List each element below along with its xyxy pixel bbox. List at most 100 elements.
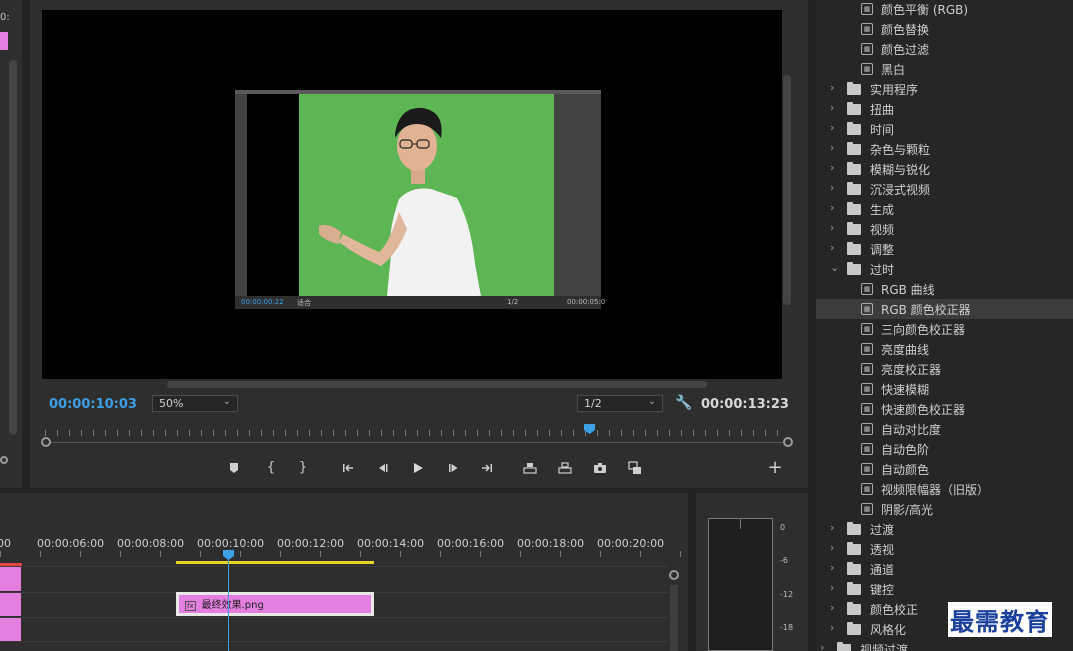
effects-folder[interactable]: › 杂色与颗粒 (816, 139, 1073, 159)
chevron-right-icon[interactable]: › (830, 541, 834, 554)
effects-item[interactable]: ▦ 自动色阶 (816, 439, 1073, 459)
chevron-right-icon[interactable]: › (830, 581, 834, 594)
play-button[interactable] (408, 458, 428, 478)
compare-view-button[interactable] (625, 458, 645, 478)
effects-folder[interactable]: › 透视 (816, 539, 1073, 559)
chevron-right-icon[interactable]: › (830, 601, 834, 614)
chevron-right-icon[interactable]: › (830, 161, 834, 174)
mark-out-button[interactable]: } (293, 458, 313, 478)
effects-folder[interactable]: › 调整 (816, 239, 1073, 259)
nested-current-timecode: 00:00:00:22 (241, 298, 284, 306)
timeline-ruler-label: 00 (0, 537, 11, 550)
add-marker-button[interactable] (224, 458, 244, 478)
effects-item[interactable]: ▦ RGB 曲线 (816, 279, 1073, 299)
effects-item-label: 生成 (870, 203, 895, 217)
monitor-vertical-scrollbar[interactable] (783, 75, 791, 305)
zoom-level-select[interactable]: 50% ⌄ (152, 395, 238, 412)
effects-item[interactable]: ▦ 视频限幅器（旧版） (816, 479, 1073, 499)
track-clip-edge[interactable] (0, 618, 21, 641)
source-timecode-fragment: 0: (0, 12, 10, 23)
effects-item-label: 自动颜色 (881, 463, 930, 477)
chevron-down-icon[interactable]: ⌄ (830, 261, 839, 274)
track-clip-edge[interactable] (0, 593, 21, 616)
chevron-right-icon[interactable]: › (830, 121, 834, 134)
effects-item-label: 黑白 (881, 63, 906, 77)
step-back-button[interactable] (372, 458, 392, 478)
effects-folder[interactable]: › 过渡 (816, 519, 1073, 539)
effects-item[interactable]: ▦ 自动对比度 (816, 419, 1073, 439)
source-zoom-handle[interactable] (0, 456, 8, 464)
effects-item[interactable]: ▦ 快速颜色校正器 (816, 399, 1073, 419)
chevron-right-icon[interactable]: › (830, 241, 834, 254)
effects-folder[interactable]: › 模糊与锐化 (816, 159, 1073, 179)
work-area-bar[interactable] (176, 561, 374, 564)
effects-folder[interactable]: › 沉浸式视频 (816, 179, 1073, 199)
effects-item[interactable]: ▦ 亮度曲线 (816, 339, 1073, 359)
effects-item[interactable]: ▦ 颜色过滤 (816, 39, 1073, 59)
effects-folder[interactable]: ⌄ 过时 (816, 259, 1073, 279)
effects-folder[interactable]: › 生成 (816, 199, 1073, 219)
source-vertical-scrollbar[interactable] (9, 60, 17, 435)
folder-icon (847, 522, 861, 535)
go-to-out-button[interactable] (477, 458, 497, 478)
effects-item-label: 调整 (870, 243, 895, 257)
ruler-ticks (45, 430, 785, 436)
effects-item[interactable]: ▦ 颜色平衡 (RGB) (816, 0, 1073, 19)
timeline-vertical-scrollbar[interactable] (670, 585, 678, 651)
effects-item[interactable]: ▦ 自动颜色 (816, 459, 1073, 479)
chevron-right-icon[interactable]: › (830, 181, 834, 194)
track-clip-edge[interactable] (0, 567, 21, 591)
effects-item-label: 实用程序 (870, 83, 919, 97)
effects-folder[interactable]: › 实用程序 (816, 79, 1073, 99)
chevron-right-icon[interactable]: › (830, 201, 834, 214)
effects-item[interactable]: ▦ 亮度校正器 (816, 359, 1073, 379)
extract-icon (558, 462, 572, 474)
timeline-zoom-handle[interactable] (669, 570, 679, 580)
effects-item[interactable]: ▦ 三向颜色校正器 (816, 319, 1073, 339)
timeline-clip[interactable]: fx 最终效果.png (176, 592, 374, 616)
monitor-horizontal-scrollbar[interactable] (167, 381, 707, 388)
effects-item[interactable]: ▦ 颜色替换 (816, 19, 1073, 39)
export-frame-button[interactable] (590, 458, 610, 478)
effects-folder[interactable]: › 时间 (816, 119, 1073, 139)
effect-preset-icon: ▦ (861, 343, 873, 355)
ruler-zoom-handle-left[interactable] (41, 437, 51, 447)
effects-folder[interactable]: › 键控 (816, 579, 1073, 599)
effects-item[interactable]: ▦ RGB 颜色校正器 (816, 299, 1073, 319)
program-video-screen[interactable]: 00:00:00:22 适合 1/2 00:00:05:0 (42, 10, 782, 379)
go-to-in-button[interactable] (338, 458, 358, 478)
chevron-right-icon[interactable]: › (830, 621, 834, 634)
playback-resolution-select[interactable]: 1/2 ⌄ (577, 395, 663, 412)
mark-out-icon: } (298, 460, 308, 475)
mark-in-button[interactable]: { (261, 458, 281, 478)
effects-item[interactable]: ▦ 黑白 (816, 59, 1073, 79)
chevron-right-icon[interactable]: › (830, 521, 834, 534)
audio-meter-bars (708, 518, 773, 651)
effects-folder[interactable]: › 视频 (816, 219, 1073, 239)
timeline-clip-body: fx 最终效果.png (179, 595, 371, 613)
effects-item[interactable]: ▦ 阴影/高光 (816, 499, 1073, 519)
chevron-right-icon[interactable]: › (830, 101, 834, 114)
effects-folder[interactable]: › 视频过渡 (816, 639, 1063, 651)
green-screen-video-frame (299, 94, 554, 296)
track-divider (0, 566, 668, 567)
timeline-ruler-label: 00:00:20:00 (597, 537, 665, 550)
monitor-time-ruler[interactable] (41, 424, 793, 447)
extract-button[interactable] (555, 458, 575, 478)
chevron-right-icon[interactable]: › (830, 81, 834, 94)
add-button[interactable]: + (765, 458, 785, 478)
playhead-timecode[interactable]: 00:00:10:03 (49, 397, 137, 412)
effects-folder[interactable]: › 通道 (816, 559, 1073, 579)
step-forward-button[interactable] (444, 458, 464, 478)
lift-button[interactable] (520, 458, 540, 478)
chevron-right-icon[interactable]: › (830, 561, 834, 574)
chevron-right-icon[interactable]: › (830, 141, 834, 154)
folder-icon (847, 82, 861, 95)
effects-folder[interactable]: › 扭曲 (816, 99, 1073, 119)
effect-preset-icon: ▦ (861, 483, 873, 495)
ruler-zoom-handle-right[interactable] (783, 437, 793, 447)
effects-item[interactable]: ▦ 快速模糊 (816, 379, 1073, 399)
chevron-right-icon[interactable]: › (820, 641, 824, 651)
chevron-right-icon[interactable]: › (830, 221, 834, 234)
wrench-settings-icon[interactable]: 🔧 (675, 395, 692, 411)
